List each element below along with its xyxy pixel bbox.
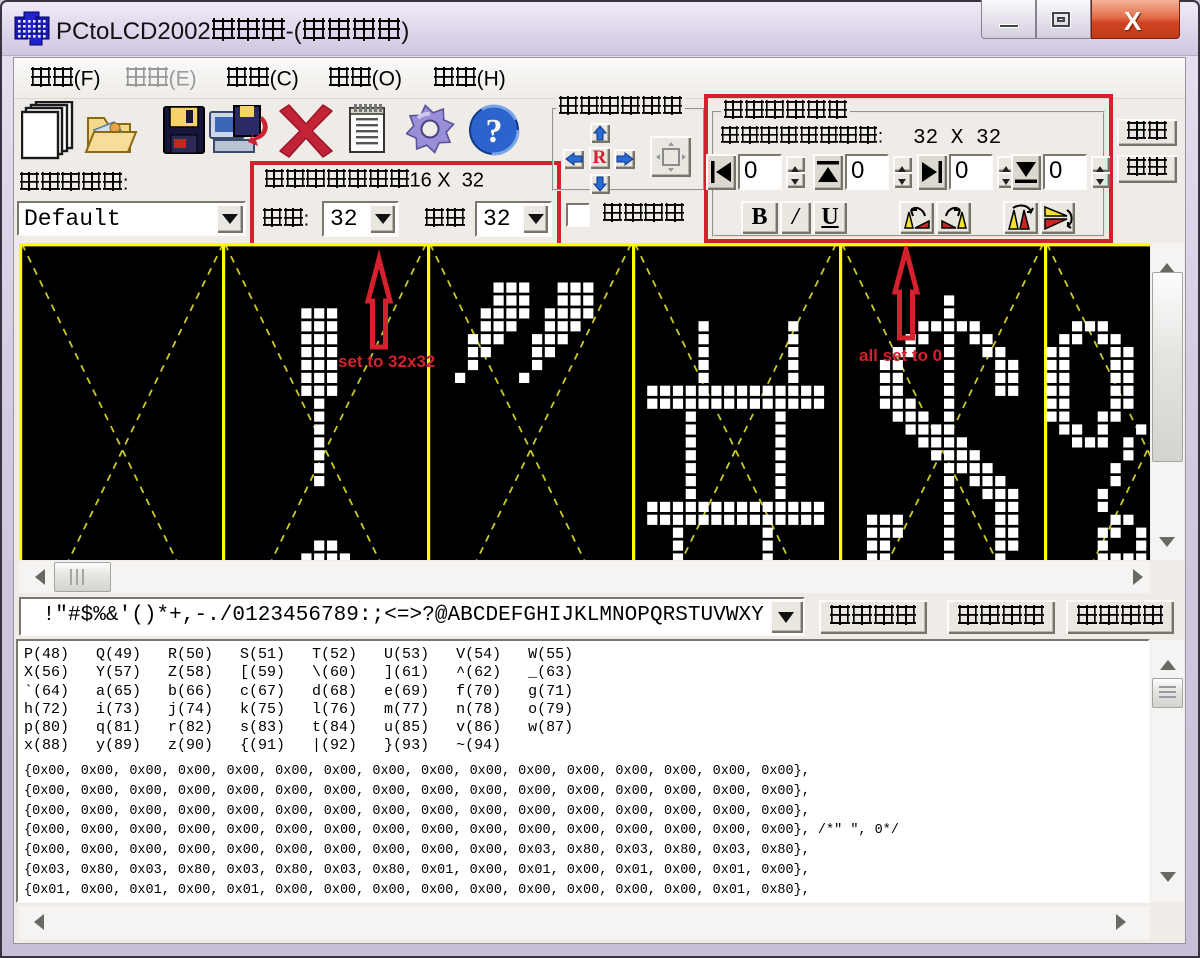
svg-text:?: ? (486, 113, 503, 150)
